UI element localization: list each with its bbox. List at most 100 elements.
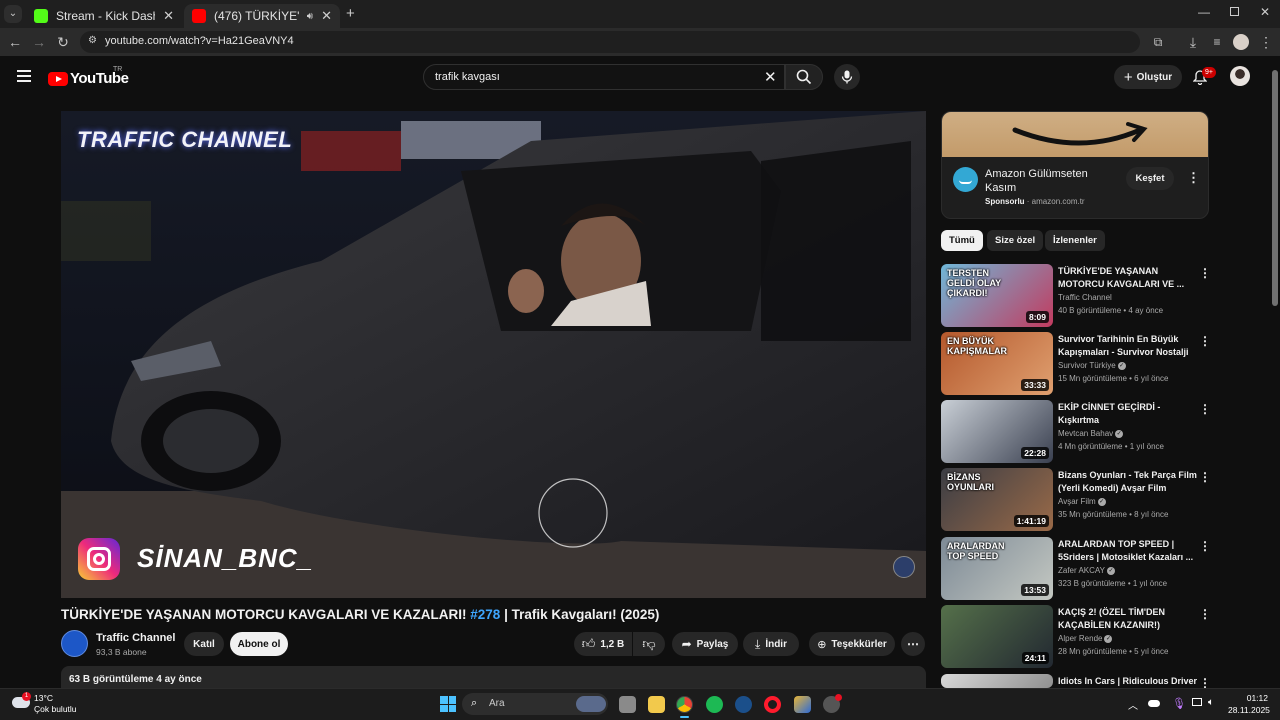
hamburger-menu-icon[interactable] <box>17 70 31 82</box>
create-button[interactable]: + Oluştur <box>1114 65 1182 89</box>
recommendation-title[interactable]: KAÇIŞ 2! (ÖZEL TİM'DEN KAÇABİLEN KAZANIR… <box>1058 606 1198 632</box>
recommendation-title[interactable]: ARALARDAN TOP SPEED | 5Sriders | Motosik… <box>1058 538 1198 564</box>
page-scrollbar[interactable] <box>1270 56 1280 688</box>
tab-search-icon[interactable]: ⌄ <box>4 5 22 23</box>
clock-time[interactable]: 01:12 <box>1246 693 1268 703</box>
recommendation-thumbnail[interactable]: 22:28 <box>941 400 1053 463</box>
join-button[interactable]: Katıl <box>184 632 224 656</box>
recommendation-item[interactable]: 24:11 KAÇIŞ 2! (ÖZEL TİM'DEN KAÇABİLEN KA… <box>941 605 1211 669</box>
chip-for-you[interactable]: Size özel <box>987 230 1044 251</box>
share-button[interactable]: ➦ Paylaş <box>672 632 738 656</box>
ad-more-icon[interactable]: ⋮ <box>1187 170 1200 186</box>
recommendation-title[interactable]: Idiots In Cars | Ridiculous Driver <box>1058 675 1198 688</box>
close-icon[interactable]: ✕ <box>321 8 332 24</box>
search-input[interactable]: trafik kavgası ✕ <box>423 64 785 90</box>
app-icon[interactable] <box>794 696 811 713</box>
search-button[interactable] <box>785 64 823 90</box>
download-icon[interactable]: ⤓ <box>1185 34 1201 50</box>
new-tab-button[interactable]: + <box>346 5 355 22</box>
menu-icon[interactable]: ⋮ <box>1258 34 1274 50</box>
windows-start-icon[interactable] <box>440 696 456 712</box>
channel-watermark-icon[interactable] <box>893 556 915 578</box>
recommendation-item[interactable]: 22:28 EKİP CİNNET GEÇİRDİ - Kışkırtma Mevt… <box>941 400 1211 464</box>
file-explorer-icon[interactable] <box>648 696 665 713</box>
spotify-icon[interactable] <box>706 696 723 713</box>
download-button[interactable]: ⤓ İndir <box>743 632 799 656</box>
more-vertical-icon[interactable]: ⋮ <box>1199 334 1211 348</box>
video-title-hashtag[interactable]: #278 <box>470 607 500 622</box>
speaker-icon[interactable]: 🔊︎ <box>307 11 313 22</box>
extensions-icon[interactable]: ⧉ <box>1150 34 1166 50</box>
tab-kick-dashboard[interactable]: Stream - Kick Dashboard ✕ <box>26 4 182 28</box>
recommendation-channel[interactable]: Survivor Türkiye ✓ <box>1058 361 1126 370</box>
like-button[interactable]: 👍︎ 1,2 B <box>574 632 632 656</box>
recommendation-thumbnail[interactable]: ARALARDAN TOP SPEED 13:53 <box>941 537 1053 600</box>
recommendation-item[interactable]: ARALARDAN TOP SPEED 13:53 ARALARDAN TOP SP… <box>941 537 1211 601</box>
tab-youtube-video[interactable]: (476) TÜRKİYE'DE YAŞANAN 🔊︎ ✕ <box>184 4 340 28</box>
address-bar[interactable]: ⚙ youtube.com/watch?v=Ha21GeaVNY4 <box>80 31 1140 53</box>
recommendation-title[interactable]: EKİP CİNNET GEÇİRDİ - Kışkırtma <box>1058 401 1198 427</box>
recommendation-item[interactable]: Idiots In Cars | Ridiculous Driver ⋮ <box>941 674 1211 690</box>
minimize-icon[interactable]: — <box>1198 5 1210 19</box>
back-icon[interactable]: ← <box>7 34 23 50</box>
recommendation-title[interactable]: Bizans Oyunları - Tek Parça Film (Yerli … <box>1058 469 1198 495</box>
site-info-icon[interactable]: ⚙ <box>88 35 97 46</box>
display-icon[interactable] <box>1192 698 1202 706</box>
recommendation-channel[interactable]: Mevtcan Bahav ✓ <box>1058 429 1124 438</box>
voice-search-button[interactable] <box>834 64 860 90</box>
profile-avatar[interactable] <box>1233 34 1249 50</box>
recommendation-channel[interactable]: Zafer AKCAY ✓ <box>1058 566 1115 575</box>
recommendation-thumbnail[interactable]: 24:11 <box>941 605 1053 668</box>
more-vertical-icon[interactable]: ⋮ <box>1199 402 1211 416</box>
more-vertical-icon[interactable]: ⋮ <box>1199 539 1211 553</box>
onedrive-icon[interactable] <box>1148 700 1160 707</box>
recommendation-title[interactable]: Survivor Tarihinin En Büyük Kapışmaları … <box>1058 333 1198 359</box>
clock-date[interactable]: 28.11.2025 <box>1228 705 1270 715</box>
opera-icon[interactable] <box>764 696 781 713</box>
recommendation-item[interactable]: EN BÜYÜK KAPIŞMALAR 33:33 Survivor Tarihin… <box>941 332 1211 396</box>
reading-list-icon[interactable]: ≡ <box>1209 34 1225 50</box>
youtube-logo[interactable]: YouTube TR <box>48 66 129 87</box>
recommendation-item[interactable]: TERSTEN GELDİ OLAY ÇIKARDI! 8:09 TÜRKİYE'D… <box>941 264 1211 328</box>
recommendation-channel[interactable]: Avşar Film ✓ <box>1058 497 1106 506</box>
chip-watched[interactable]: İzlenenler <box>1045 230 1105 251</box>
sponsored-ad-card[interactable]: Amazon Gülümseten Kasım Sponsorlu · amaz… <box>941 111 1209 219</box>
more-vertical-icon[interactable]: ⋮ <box>1199 266 1211 280</box>
recommendation-channel[interactable]: Traffic Channel <box>1058 293 1112 302</box>
weather-widget[interactable]: 1 13°C Çok bulutlu <box>10 692 90 716</box>
more-vertical-icon[interactable]: ⋮ <box>1199 470 1211 484</box>
task-view-icon[interactable] <box>619 696 636 713</box>
more-actions-button[interactable]: ⋯ <box>901 632 925 656</box>
thanks-button[interactable]: ⊕ Teşekkürler <box>809 632 895 656</box>
channel-avatar[interactable] <box>61 630 88 657</box>
close-icon[interactable]: ✕ <box>163 8 174 24</box>
more-vertical-icon[interactable]: ⋮ <box>1199 607 1211 621</box>
tray-chevron-icon[interactable]: ︿ <box>1128 697 1138 712</box>
microphone-tray-icon[interactable]: 🎙︎ <box>1172 697 1186 710</box>
recommendation-title[interactable]: TÜRKİYE'DE YAŞANAN MOTORCU KAVGALARI VE … <box>1058 265 1198 291</box>
clear-search-icon[interactable]: ✕ <box>764 68 777 86</box>
description-box[interactable]: 63 B görüntüleme 4 ay önce <box>61 666 926 690</box>
restore-icon[interactable] <box>1230 7 1239 16</box>
volume-icon[interactable]: 🔈︎ <box>1208 697 1214 708</box>
account-avatar[interactable] <box>1230 66 1250 86</box>
forward-icon[interactable]: → <box>31 34 47 50</box>
taskbar-search-box[interactable]: ⌕ Ara <box>462 693 608 715</box>
reload-icon[interactable]: ↻ <box>55 34 71 50</box>
chip-all[interactable]: Tümü <box>941 230 983 251</box>
video-player[interactable]: TRAFFIC CHANNEL SİNAN_BNC_ <box>61 111 926 598</box>
recommendation-thumbnail[interactable]: BİZANS OYUNLARI 1:41:19 <box>941 468 1053 531</box>
steam-icon[interactable] <box>735 696 752 713</box>
close-window-icon[interactable]: ✕ <box>1260 5 1270 19</box>
recommendation-channel[interactable]: Alper Rende ✓ <box>1058 634 1113 643</box>
recommendation-item[interactable]: BİZANS OYUNLARI 1:41:19 Bizans Oyunları - … <box>941 468 1211 532</box>
scrollbar-thumb[interactable] <box>1272 70 1278 306</box>
subscribe-button[interactable]: Abone ol <box>230 632 288 656</box>
recommendation-thumbnail[interactable]: EN BÜYÜK KAPIŞMALAR 33:33 <box>941 332 1053 395</box>
chrome-icon[interactable] <box>676 696 693 713</box>
ad-cta-button[interactable]: Keşfet <box>1126 167 1174 190</box>
recommendation-thumbnail[interactable]: TERSTEN GELDİ OLAY ÇIKARDI! 8:09 <box>941 264 1053 327</box>
channel-name[interactable]: Traffic Channel <box>96 632 175 644</box>
dislike-button[interactable]: 👎︎ <box>633 632 665 656</box>
recommendation-thumbnail[interactable] <box>941 674 1053 688</box>
